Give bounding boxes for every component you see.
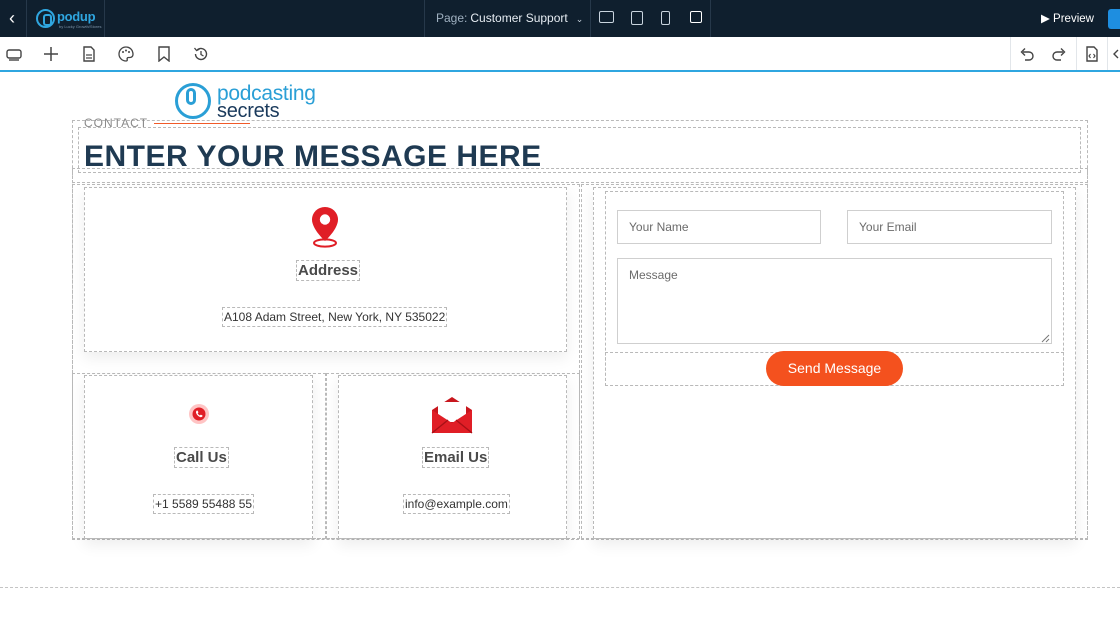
- palette-icon[interactable]: [118, 46, 134, 62]
- code-view-icon[interactable]: [1112, 46, 1120, 62]
- envelope-icon: [431, 397, 473, 434]
- desktop-view-icon[interactable]: [599, 11, 614, 23]
- mobile-view-icon[interactable]: [661, 11, 670, 25]
- phone-icon: [189, 404, 209, 424]
- export-code-icon[interactable]: [1084, 46, 1100, 62]
- undo-icon[interactable]: [1019, 46, 1035, 62]
- back-icon[interactable]: ‹: [4, 8, 20, 28]
- custom-view-icon[interactable]: [690, 11, 702, 23]
- divider: [104, 0, 105, 37]
- divider: [1010, 37, 1011, 70]
- brand-name: podup: [57, 9, 96, 24]
- pages-icon[interactable]: [81, 46, 97, 62]
- address-title: Address: [296, 260, 361, 281]
- email-text: info@example.com: [403, 494, 510, 514]
- preview-button[interactable]: ▶ Preview: [1041, 11, 1094, 25]
- divider: [1107, 37, 1108, 70]
- name-input[interactable]: Your Name: [617, 210, 821, 244]
- layers-icon[interactable]: [6, 46, 22, 62]
- message-textarea[interactable]: Message: [617, 258, 1052, 344]
- section-divider: [0, 587, 1120, 588]
- page-canvas: podcasting secrets CONTACT ENTER YOUR ME…: [0, 72, 1120, 626]
- tablet-view-icon[interactable]: [631, 11, 643, 25]
- divider: [590, 0, 591, 37]
- editor-toolbar: [0, 37, 1120, 72]
- add-icon[interactable]: [43, 46, 59, 62]
- address-text: A108 Adam Street, New York, NY 535022: [222, 307, 448, 327]
- brand-logo: podup by Lucky Growth/Stores: [36, 7, 102, 31]
- page-selector-value: Customer Support: [470, 11, 568, 25]
- email-input[interactable]: Your Email: [847, 210, 1052, 244]
- preview-label: Preview: [1053, 13, 1094, 25]
- microphone-icon: [186, 88, 196, 105]
- resize-handle-icon[interactable]: [1041, 334, 1050, 343]
- divider: [710, 0, 711, 37]
- brand-logo-icon: [36, 9, 55, 28]
- send-message-button[interactable]: Send Message: [766, 351, 903, 386]
- redo-icon[interactable]: [1051, 46, 1067, 62]
- site-logo[interactable]: podcasting secrets: [175, 82, 335, 122]
- call-text: +1 5589 55488 55: [153, 494, 255, 514]
- editor-topbar: ‹ podup by Lucky Growth/Stores Page: Cust…: [0, 0, 1120, 37]
- contact-label: CONTACT: [84, 116, 149, 130]
- publish-button[interactable]: [1108, 9, 1120, 29]
- chevron-down-icon: ⌄: [575, 14, 584, 24]
- bookmark-icon[interactable]: [156, 46, 172, 62]
- row-container[interactable]: [72, 168, 1088, 183]
- call-title: Call Us: [174, 447, 229, 468]
- page-selector[interactable]: Page: Customer Support ⌄: [436, 11, 583, 25]
- brand-tagline: by Lucky Growth/Stores: [59, 24, 102, 29]
- email-title: Email Us: [422, 447, 490, 468]
- map-pin-icon: [312, 207, 338, 248]
- divider: [26, 0, 27, 37]
- page-selector-label: Page:: [436, 11, 468, 25]
- divider: [1076, 37, 1077, 70]
- contact-underline: [154, 123, 250, 124]
- divider: [424, 0, 425, 37]
- history-icon[interactable]: [193, 46, 209, 62]
